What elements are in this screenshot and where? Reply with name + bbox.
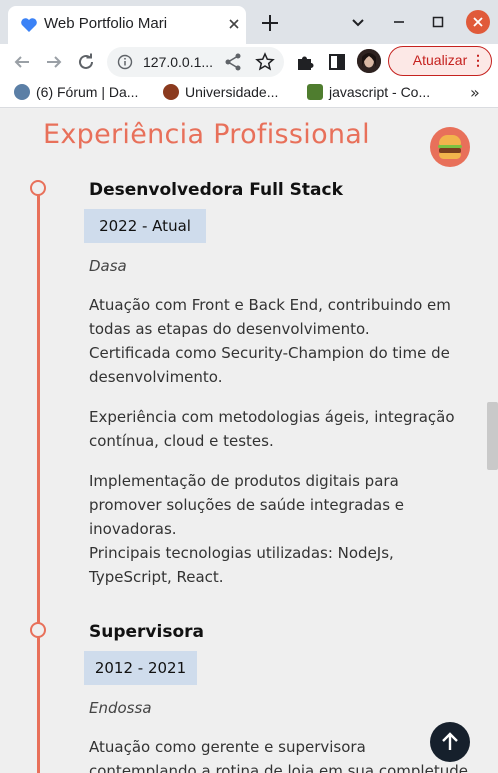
tab-strip: Web Portfolio Mari — [0, 0, 498, 44]
tab-web-portfolio[interactable]: Web Portfolio Mari — [8, 6, 246, 44]
job-period: 2012 - 2021 — [84, 651, 197, 685]
job-period: 2022 - Atual — [84, 209, 206, 243]
back-arrow-icon[interactable] — [8, 48, 36, 76]
job-description: Implementação de produtos digitais para … — [89, 472, 405, 586]
bookmarks-more-button[interactable]: » — [470, 83, 480, 102]
url-text: 127.0.0.1... — [143, 54, 214, 70]
job-title: Supervisora — [89, 622, 204, 642]
forward-arrow-icon[interactable] — [40, 48, 68, 76]
job-company: Endossa — [89, 699, 152, 717]
maximize-icon[interactable] — [426, 10, 450, 34]
job-description: Atuação como gerente e supervisora conte… — [89, 738, 468, 773]
timeline-node — [30, 622, 46, 638]
job-title: Desenvolvedora Full Stack — [89, 180, 343, 200]
heart-icon — [21, 18, 37, 32]
bookmark-item[interactable]: javascript - Co... — [307, 84, 430, 104]
share-icon[interactable] — [221, 50, 245, 74]
job-description: Experiência com metodologias ágeis, inte… — [89, 408, 455, 450]
bookmarks-bar: (6) Fórum | Da... Universidade... javasc… — [0, 80, 498, 108]
star-icon[interactable] — [253, 50, 277, 74]
forum-icon — [14, 84, 30, 100]
bookmark-label: javascript - Co... — [329, 84, 431, 100]
job-description: Atuação com Front e Back End, contribuin… — [89, 296, 451, 386]
timeline-line — [37, 181, 40, 773]
stackoverflow-icon — [307, 84, 323, 100]
close-icon — [473, 17, 483, 27]
arrow-up-icon — [442, 732, 458, 750]
browser-toolbar: 127.0.0.1... Atualizar ⋮ — [0, 44, 498, 80]
bookmark-label: Universidade... — [185, 84, 279, 100]
close-icon[interactable] — [226, 16, 242, 32]
minimize-icon[interactable] — [387, 10, 411, 34]
timeline-node — [30, 180, 46, 196]
puzzle-icon[interactable] — [293, 50, 317, 74]
profile-photo-icon — [357, 49, 381, 73]
reload-icon[interactable] — [72, 48, 100, 76]
bookmark-label: (6) Fórum | Da... — [36, 84, 139, 100]
scrollbar-thumb[interactable] — [487, 402, 498, 470]
side-panel-icon[interactable] — [325, 50, 349, 74]
update-button[interactable]: Atualizar ⋮ — [388, 46, 492, 76]
window-close-button[interactable] — [466, 10, 490, 34]
back-to-top-button[interactable] — [430, 722, 470, 762]
university-icon — [163, 84, 179, 100]
section-title: Experiência Profissional — [43, 119, 370, 150]
menu-dots-icon: ⋮ — [471, 52, 485, 68]
bookmark-item[interactable]: (6) Fórum | Da... — [14, 84, 138, 104]
plus-icon[interactable] — [256, 9, 284, 37]
chevron-down-icon[interactable] — [346, 10, 370, 34]
page-viewport: Experiência Profissional Desenvolvedora … — [0, 109, 498, 773]
tab-title: Web Portfolio Mari — [44, 15, 168, 32]
update-button-label: Atualizar — [412, 52, 468, 68]
bookmark-item[interactable]: Universidade... — [163, 84, 278, 104]
job-company: Dasa — [89, 257, 127, 275]
info-icon[interactable] — [117, 54, 133, 70]
menu-toggle-button[interactable] — [430, 127, 470, 167]
avatar[interactable] — [357, 49, 381, 73]
